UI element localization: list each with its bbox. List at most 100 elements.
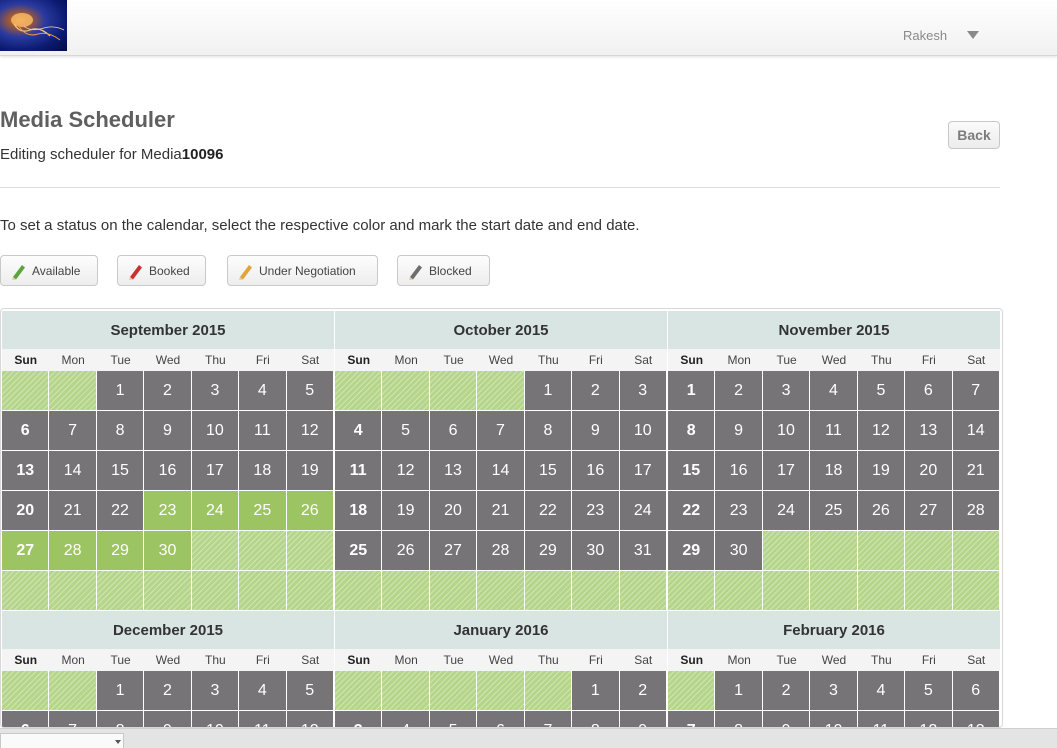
status-button-booked[interactable]: Booked — [117, 255, 206, 286]
day-cell[interactable]: 29 — [524, 531, 573, 571]
day-cell[interactable]: 8 — [572, 711, 620, 727]
day-cell[interactable]: 18 — [810, 451, 858, 491]
day-cell[interactable]: 5 — [905, 671, 953, 711]
day-cell[interactable]: 30 — [144, 531, 192, 571]
day-cell[interactable]: 27 — [905, 491, 953, 531]
day-cell[interactable]: 25 — [810, 491, 858, 531]
day-cell[interactable]: 7 — [668, 711, 716, 727]
day-cell[interactable]: 6 — [952, 671, 1000, 711]
day-cell[interactable]: 3 — [191, 371, 240, 411]
day-cell[interactable]: 8 — [96, 711, 145, 727]
day-cell[interactable]: 26 — [286, 491, 334, 531]
day-cell[interactable]: 22 — [524, 491, 573, 531]
bottom-select[interactable] — [0, 733, 124, 748]
day-cell[interactable]: 13 — [905, 411, 953, 451]
day-cell[interactable]: 20 — [2, 491, 50, 531]
day-cell[interactable]: 20 — [905, 451, 953, 491]
day-cell[interactable]: 26 — [857, 491, 906, 531]
day-cell[interactable]: 24 — [762, 491, 811, 531]
day-cell[interactable]: 8 — [668, 411, 716, 451]
day-cell[interactable]: 30 — [572, 531, 620, 571]
day-cell[interactable]: 24 — [619, 491, 667, 531]
day-cell[interactable]: 31 — [619, 531, 667, 571]
day-cell[interactable]: 12 — [286, 411, 334, 451]
day-cell[interactable]: 4 — [810, 371, 858, 411]
day-cell[interactable]: 4 — [335, 411, 383, 451]
day-cell[interactable]: 10 — [191, 411, 240, 451]
day-cell[interactable]: 5 — [286, 371, 334, 411]
day-cell[interactable]: 3 — [619, 371, 667, 411]
day-cell[interactable]: 2 — [144, 671, 192, 711]
day-cell[interactable]: 15 — [96, 451, 145, 491]
day-cell[interactable]: 15 — [524, 451, 573, 491]
day-cell[interactable]: 23 — [572, 491, 620, 531]
day-cell[interactable]: 12 — [382, 451, 430, 491]
day-cell[interactable]: 7 — [952, 371, 1000, 411]
status-button-blocked[interactable]: Blocked — [397, 255, 490, 286]
day-cell[interactable]: 11 — [239, 711, 287, 727]
day-cell[interactable]: 17 — [619, 451, 667, 491]
day-cell[interactable]: 7 — [49, 711, 97, 727]
day-cell[interactable]: 12 — [905, 711, 953, 727]
day-cell[interactable]: 1 — [715, 671, 763, 711]
day-cell[interactable]: 21 — [49, 491, 97, 531]
day-cell[interactable]: 7 — [524, 711, 573, 727]
day-cell[interactable]: 13 — [952, 711, 1000, 727]
day-cell[interactable]: 17 — [762, 451, 811, 491]
day-cell[interactable]: 2 — [572, 371, 620, 411]
day-cell[interactable]: 27 — [429, 531, 478, 571]
day-cell[interactable]: 25 — [239, 491, 287, 531]
day-cell[interactable]: 29 — [668, 531, 716, 571]
day-cell[interactable]: 24 — [191, 491, 240, 531]
day-cell[interactable]: 28 — [477, 531, 525, 571]
day-cell[interactable]: 15 — [668, 451, 716, 491]
day-cell[interactable]: 2 — [144, 371, 192, 411]
day-cell[interactable]: 9 — [144, 711, 192, 727]
day-cell[interactable]: 6 — [477, 711, 525, 727]
day-cell[interactable]: 27 — [2, 531, 50, 571]
day-cell[interactable]: 17 — [191, 451, 240, 491]
day-cell[interactable]: 18 — [335, 491, 383, 531]
jellyfish-logo[interactable] — [0, 0, 67, 51]
day-cell[interactable]: 13 — [429, 451, 478, 491]
day-cell[interactable]: 11 — [239, 411, 287, 451]
day-cell[interactable]: 1 — [572, 671, 620, 711]
day-cell[interactable]: 3 — [810, 671, 858, 711]
day-cell[interactable]: 16 — [715, 451, 763, 491]
day-cell[interactable]: 18 — [239, 451, 287, 491]
user-menu[interactable]: Rakesh — [903, 26, 980, 44]
day-cell[interactable]: 25 — [335, 531, 383, 571]
day-cell[interactable]: 2 — [619, 671, 667, 711]
day-cell[interactable]: 1 — [668, 371, 716, 411]
status-button-available[interactable]: Available — [0, 255, 98, 286]
day-cell[interactable]: 19 — [857, 451, 906, 491]
day-cell[interactable]: 10 — [810, 711, 858, 727]
day-cell[interactable]: 7 — [49, 411, 97, 451]
day-cell[interactable]: 11 — [810, 411, 858, 451]
day-cell[interactable]: 23 — [144, 491, 192, 531]
day-cell[interactable]: 10 — [191, 711, 240, 727]
day-cell[interactable]: 3 — [762, 371, 811, 411]
day-cell[interactable]: 1 — [524, 371, 573, 411]
day-cell[interactable]: 5 — [382, 411, 430, 451]
day-cell[interactable]: 1 — [96, 371, 145, 411]
day-cell[interactable]: 22 — [96, 491, 145, 531]
day-cell[interactable]: 14 — [477, 451, 525, 491]
day-cell[interactable]: 12 — [286, 711, 334, 727]
day-cell[interactable]: 8 — [715, 711, 763, 727]
day-cell[interactable]: 3 — [335, 711, 383, 727]
day-cell[interactable]: 3 — [191, 671, 240, 711]
day-cell[interactable]: 9 — [762, 711, 811, 727]
day-cell[interactable]: 5 — [286, 671, 334, 711]
day-cell[interactable]: 19 — [382, 491, 430, 531]
day-cell[interactable]: 4 — [382, 711, 430, 727]
day-cell[interactable]: 11 — [857, 711, 906, 727]
day-cell[interactable]: 4 — [857, 671, 906, 711]
day-cell[interactable]: 6 — [429, 411, 478, 451]
day-cell[interactable]: 10 — [619, 411, 667, 451]
day-cell[interactable]: 29 — [96, 531, 145, 571]
day-cell[interactable]: 28 — [952, 491, 1000, 531]
day-cell[interactable]: 16 — [144, 451, 192, 491]
day-cell[interactable]: 9 — [619, 711, 667, 727]
day-cell[interactable]: 9 — [144, 411, 192, 451]
